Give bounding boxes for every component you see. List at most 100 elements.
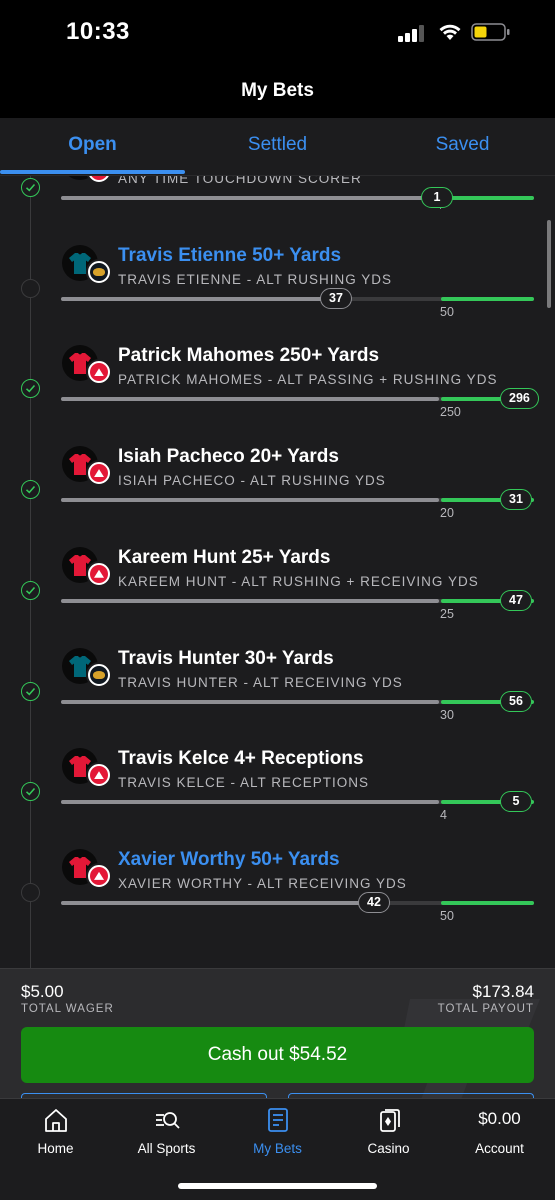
leg-market: TRAVIS HUNTER - ALT RECEIVING YDS <box>118 674 403 690</box>
target-value-label: 4 <box>440 808 447 823</box>
leg-won-check-icon <box>21 379 40 399</box>
progress-fill <box>61 900 378 905</box>
cellular-signal-icon <box>398 24 428 42</box>
team-logo-icon <box>86 359 112 386</box>
search-sports-icon <box>156 1112 180 1129</box>
bet-leg[interactable]: Kareem Hunt 25+ Yards KAREEM HUNT - ALT R… <box>0 546 555 649</box>
scrollbar[interactable] <box>547 220 551 308</box>
total-wager-amount: $5.00 <box>21 982 64 1001</box>
progress-track <box>61 598 534 603</box>
bet-leg[interactable]: Travis Etienne 50+ Yards TRAVIS ETIENNE -… <box>0 244 555 347</box>
bet-leg[interactable]: Patrick Mahomes 250+ Yards PATRICK MAHOME… <box>0 345 555 447</box>
progress-value-badge: 47 <box>500 589 532 611</box>
progress-track <box>61 296 534 301</box>
progress-track <box>61 900 534 905</box>
progress-over-target <box>441 196 534 200</box>
leg-won-check-icon <box>21 178 40 197</box>
target-zone <box>441 296 534 301</box>
leg-open-status-icon <box>21 882 40 902</box>
battery-icon <box>471 23 510 41</box>
progress-track <box>61 800 534 805</box>
leg-title: Isiah Pacheco 20+ Yards <box>118 446 339 468</box>
progress-track <box>61 498 534 503</box>
progress-value-badge: 1 <box>421 187 453 208</box>
nav-home[interactable]: Home <box>0 1099 111 1169</box>
wifi-icon <box>439 24 461 40</box>
nav-my-bets[interactable]: My Bets <box>222 1099 333 1169</box>
bet-summary-footer: $5.00 TOTAL WAGER $173.84 TOTAL PAYOUT C… <box>0 968 555 1098</box>
bet-legs-list[interactable]: Travis KelceANY TIME TOUCHDOWN SCORER1Tr… <box>0 176 555 968</box>
total-payout-label: TOTAL PAYOUT <box>437 1003 534 1015</box>
leg-title: Travis Hunter 30+ Yards <box>118 647 334 669</box>
cash-out-button[interactable]: Cash out $54.52 <box>21 1027 534 1083</box>
bet-leg[interactable]: Xavier Worthy 50+ Yards XAVIER WORTHY - A… <box>0 848 555 951</box>
leg-title: Xavier Worthy 50+ Yards <box>118 848 340 870</box>
account-balance: $0.00 <box>478 1109 521 1128</box>
nav-account-label: Account <box>475 1141 524 1156</box>
progress-fill <box>61 397 439 402</box>
progress-fill <box>61 800 439 805</box>
progress-fill <box>61 498 439 503</box>
leg-won-check-icon <box>21 681 40 701</box>
home-icon <box>45 1109 67 1132</box>
progress-track <box>61 196 534 200</box>
tab-settled[interactable]: Settled <box>185 118 370 176</box>
target-value-label: 20 <box>440 506 454 521</box>
status-bar: 10:33 <box>0 0 555 68</box>
team-logo-icon <box>86 661 112 688</box>
bet-slip-icon <box>268 1108 288 1132</box>
progress-value-badge: 56 <box>500 690 532 712</box>
progress-value-badge: 37 <box>320 287 352 309</box>
progress-value-badge: 5 <box>500 791 532 813</box>
cards-icon <box>380 1109 400 1132</box>
progress-fill <box>61 296 340 301</box>
home-indicator[interactable] <box>178 1183 377 1189</box>
progress-value-badge: 296 <box>500 388 539 410</box>
team-logo-icon <box>86 560 112 587</box>
active-tab-indicator <box>0 170 185 174</box>
tab-saved[interactable]: Saved <box>370 118 555 176</box>
nav-account[interactable]: $0.00 Account <box>444 1099 555 1169</box>
leg-title: Travis Kelce 4+ Receptions <box>118 748 364 770</box>
nav-all-sports-label: All Sports <box>137 1141 196 1156</box>
leg-market: TRAVIS KELCE - ALT RECEPTIONS <box>118 775 370 791</box>
target-zone <box>441 900 534 905</box>
header: My Bets <box>0 68 555 118</box>
nav-my-bets-label: My Bets <box>253 1141 302 1156</box>
leg-market: KAREEM HUNT - ALT RUSHING + RECEIVING YD… <box>118 573 479 589</box>
leg-open-status-icon <box>21 278 40 298</box>
nav-all-sports[interactable]: All Sports <box>111 1099 222 1169</box>
target-value-label: 25 <box>440 606 454 621</box>
target-value-label: 50 <box>440 908 454 923</box>
leg-title: Travis Etienne 50+ Yards <box>118 244 342 266</box>
tab-open[interactable]: Open <box>0 118 185 176</box>
progress-fill <box>61 196 439 200</box>
progress-fill <box>61 598 439 603</box>
total-payout-amount: $173.84 <box>472 982 534 1001</box>
bet-leg[interactable]: Travis Hunter 30+ Yards TRAVIS HUNTER - A… <box>0 647 555 750</box>
bet-leg[interactable]: Isiah Pacheco 20+ Yards ISIAH PACHECO - A… <box>0 446 555 548</box>
bet-tabs: Open Settled Saved <box>0 118 555 176</box>
bet-leg[interactable]: Travis Kelce 4+ Receptions TRAVIS KELCE -… <box>0 748 555 850</box>
leg-won-check-icon <box>21 782 40 802</box>
bet-leg[interactable]: Travis KelceANY TIME TOUCHDOWN SCORER1 <box>0 176 555 246</box>
page-title: My Bets <box>241 80 314 101</box>
team-logo-icon <box>86 862 112 889</box>
progress-value-badge: 31 <box>500 489 532 511</box>
team-logo-icon <box>86 176 112 184</box>
leg-market: ANY TIME TOUCHDOWN SCORER <box>118 176 362 186</box>
team-logo-icon <box>86 762 112 789</box>
leg-market: TRAVIS ETIENNE - ALT RUSHING YDS <box>118 271 393 287</box>
progress-value-badge: 42 <box>358 891 390 913</box>
leg-market: XAVIER WORTHY - ALT RECEIVING YDS <box>118 875 407 891</box>
total-wager-label: TOTAL WAGER <box>21 1003 114 1015</box>
nav-home-label: Home <box>37 1141 74 1156</box>
target-value-label: 50 <box>440 304 454 319</box>
leg-won-check-icon <box>21 580 40 600</box>
progress-track <box>61 397 534 402</box>
team-logo-icon <box>86 258 112 285</box>
team-logo-icon <box>86 460 112 487</box>
nav-casino[interactable]: Casino <box>333 1099 444 1169</box>
target-value-label: 30 <box>440 707 454 722</box>
progress-track <box>61 699 534 704</box>
